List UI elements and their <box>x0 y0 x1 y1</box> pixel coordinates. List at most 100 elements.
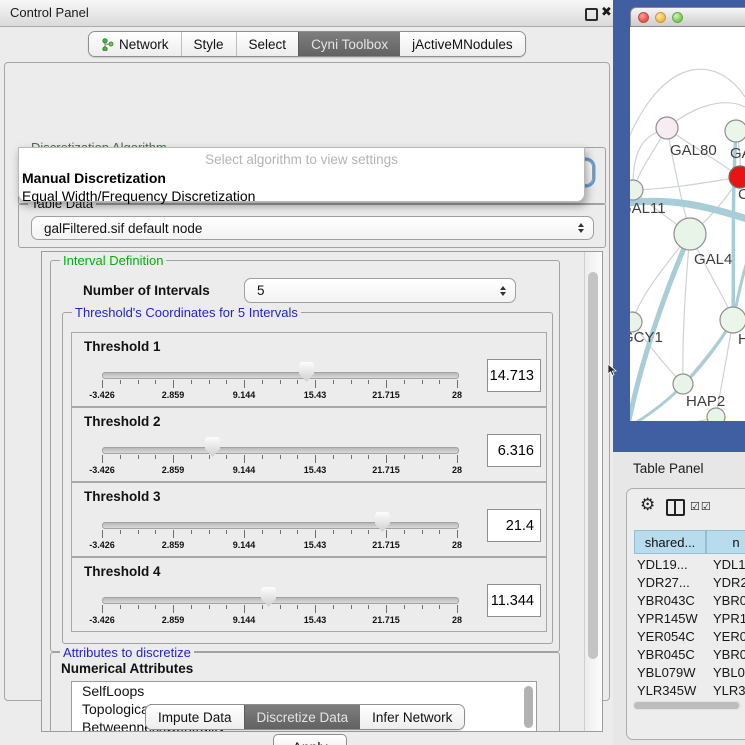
tick-label: -3.426 <box>89 465 115 475</box>
scrollbar-thumb[interactable] <box>634 702 739 709</box>
split-columns-icon[interactable] <box>666 499 685 516</box>
tab-label: jActiveMNodules <box>412 37 513 52</box>
tab-infer-network[interactable]: Infer Network <box>360 705 464 729</box>
cell: YER054C <box>634 629 707 644</box>
threshold-3-slider-thumb[interactable] <box>375 512 390 532</box>
gear-icon[interactable]: ⚙ <box>640 495 655 515</box>
tick-label: 9.144 <box>233 540 256 550</box>
node-clipped-right[interactable] <box>720 307 745 333</box>
tick-label: 15.43 <box>304 615 327 625</box>
node-label-gal11: GAL11 <box>630 200 666 217</box>
threshold-3-slider-track[interactable] <box>102 522 459 529</box>
node-gal80[interactable] <box>656 117 678 139</box>
table-row[interactable]: YBL079WYBL0 <box>634 663 745 681</box>
node-label-clipped-ga: GA <box>730 145 745 162</box>
tab-select[interactable]: Select <box>236 32 299 56</box>
slider-ticks <box>102 605 458 614</box>
spinner-arrows-icon <box>500 286 506 296</box>
zoom-traffic-light[interactable] <box>672 12 683 23</box>
checkbox-icons[interactable]: ☑☑ <box>690 500 712 513</box>
slider-ticks <box>102 530 458 539</box>
table-header-row: shared... n <box>634 530 745 554</box>
tab-network[interactable]: Network <box>89 32 181 56</box>
num-intervals-combobox[interactable]: 5 <box>244 278 516 303</box>
list-item[interactable]: SelfLoops <box>72 682 536 700</box>
cyni-toolbox-panel: Discretization Algorithm Select algorith… <box>4 62 610 701</box>
dropdown-option-manual-discretization[interactable]: Manual Discretization <box>19 167 584 186</box>
node-gal4[interactable] <box>674 218 706 250</box>
cell: YLR3 <box>707 683 745 698</box>
interval-definition-group: Interval Definition Number of Intervals … <box>50 260 560 652</box>
threshold-label: Threshold 1 <box>84 339 161 354</box>
dropdown-option-equal-width[interactable]: Equal Width/Frequency Discretization <box>19 186 584 204</box>
scrollbar-thumb[interactable] <box>588 272 598 659</box>
tab-jactivemnodules[interactable]: jActiveMNodules <box>400 32 525 56</box>
node-hap2[interactable] <box>673 374 693 394</box>
tab-label: Select <box>249 37 287 52</box>
table-data-combobox[interactable]: galFiltered.sif default node <box>31 216 594 240</box>
threshold-label: Threshold 4 <box>84 564 161 579</box>
cell: YPR145W <box>634 611 707 626</box>
threshold-4-slider-thumb[interactable] <box>261 587 276 607</box>
float-window-icon[interactable] <box>585 8 598 21</box>
table-row[interactable]: YBR043CYBR0 <box>634 591 745 609</box>
node-label-clipped-h: H <box>738 331 745 348</box>
threshold-1-slider-track[interactable] <box>102 372 459 379</box>
group-title: Threshold's Coordinates for 5 Intervals <box>72 305 301 320</box>
threshold-label: Threshold 2 <box>84 414 161 429</box>
threshold-1-slider-thumb[interactable] <box>299 362 314 382</box>
threshold-4-slider-track[interactable] <box>102 597 459 604</box>
table-row[interactable]: YDR27...YDR2 <box>634 573 745 591</box>
tab-label: Infer Network <box>372 710 452 725</box>
table-data-value: galFiltered.sif default node <box>44 221 202 236</box>
tab-label: Discretize Data <box>257 710 349 725</box>
node-clipped-top-right[interactable] <box>725 120 745 142</box>
attributes-list-scrollbar[interactable] <box>522 682 535 732</box>
tab-label: Style <box>194 37 224 52</box>
table-row[interactable]: YDL19...YDL1 <box>634 555 745 573</box>
screen: Control Panel ✖ Network Style Select Cyn… <box>0 0 745 745</box>
threshold-2-slider-track[interactable] <box>102 447 459 454</box>
table-horizontal-scrollbar[interactable] <box>633 701 741 710</box>
column-header-name[interactable]: n <box>706 530 745 554</box>
group-title: Attributes to discretize <box>60 645 194 660</box>
close-traffic-light[interactable] <box>638 12 649 23</box>
mouse-cursor <box>608 364 619 376</box>
tick-label: 9.144 <box>233 390 256 400</box>
table-panel-title: Table Panel <box>633 461 704 476</box>
tab-label: Cyni Toolbox <box>311 37 388 52</box>
column-header-shared-name[interactable]: shared... <box>634 530 706 554</box>
settings-vertical-scrollbar[interactable] <box>584 252 602 731</box>
node-selected-red[interactable] <box>729 166 745 188</box>
tab-label: Impute Data <box>158 710 232 725</box>
tab-discretize-data[interactable]: Discretize Data <box>244 705 361 729</box>
threshold-2-slider-thumb[interactable] <box>205 437 220 457</box>
node-label-gal80: GAL80 <box>670 142 717 159</box>
threshold-2-value-field[interactable]: 6.316 <box>487 434 541 467</box>
threshold-1-value-field[interactable]: 14.713 <box>487 359 541 392</box>
network-canvas[interactable]: GAL80 GA C GAL11 GAL4 GCY1 H HAP2 <box>630 27 745 421</box>
node-table: shared... n YDL19...YDL1 YDR27...YDR2 YB… <box>634 530 745 554</box>
algorithm-dropdown-popup: Select algorithm to view settings Manual… <box>18 147 585 202</box>
table-row[interactable]: YLR345WYLR3 <box>634 681 745 699</box>
close-icon[interactable]: ✖ <box>601 4 612 20</box>
tab-style[interactable]: Style <box>181 32 236 56</box>
network-window-titlebar[interactable] <box>630 7 745 27</box>
tab-cyni-toolbox[interactable]: Cyni Toolbox <box>298 32 400 56</box>
table-row[interactable]: YBR045CYBR0 <box>634 645 745 663</box>
threshold-4-value-field[interactable]: 11.344 <box>487 584 541 617</box>
threshold-3-panel: Threshold 3 -3.426 2.859 9.144 15.43 21.… <box>71 482 547 557</box>
tick-label: 21.715 <box>372 615 400 625</box>
cell: YBR045C <box>634 647 707 662</box>
numerical-attributes-label: Numerical Attributes <box>61 661 193 676</box>
tick-label: 28 <box>452 540 462 550</box>
table-row[interactable]: YER054CYER0 <box>634 627 745 645</box>
apply-button[interactable]: Apply <box>273 734 347 745</box>
network-icon <box>101 38 114 51</box>
table-row[interactable]: YPR145WYPR1 <box>634 609 745 627</box>
cell: YDR27... <box>634 575 707 590</box>
tab-impute-data[interactable]: Impute Data <box>146 705 244 729</box>
threshold-3-value-field[interactable]: 21.4 <box>487 509 541 542</box>
minimize-traffic-light[interactable] <box>655 12 666 23</box>
scrollbar-thumb[interactable] <box>524 686 533 728</box>
